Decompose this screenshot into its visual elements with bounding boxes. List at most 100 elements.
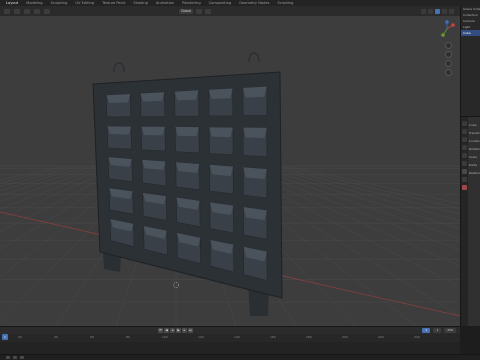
viewport-canvas[interactable] (0, 16, 460, 326)
tab-animation[interactable]: Animation (156, 1, 174, 5)
cell-bevel (243, 167, 267, 180)
output-tab-icon[interactable] (462, 137, 467, 142)
tab-scripting[interactable]: Scripting (277, 1, 293, 5)
mouse-middle-icon (13, 356, 17, 359)
timeline-ruler[interactable]: 1 20 40 60 80 100 120 140 160 180 200 220 240 (0, 334, 460, 342)
properties-tabs (461, 117, 468, 326)
cell-bevel (208, 88, 233, 99)
play-button[interactable]: ▶ (176, 328, 181, 333)
transform-orientation-select[interactable]: Global (179, 8, 194, 14)
ruler-tick: 20 (18, 335, 22, 339)
scene-tab-icon[interactable] (462, 153, 467, 158)
cell-bevel (107, 126, 132, 135)
world-tab-icon[interactable] (462, 161, 467, 166)
camera-view-icon[interactable] (445, 60, 452, 67)
ruler-tick: 160 (270, 335, 276, 339)
view-menu-icon[interactable] (14, 8, 20, 14)
rendered-shading-icon[interactable] (449, 8, 454, 14)
mouse-right-icon (20, 356, 24, 359)
step-forward-button[interactable]: ▸ (182, 328, 187, 333)
3d-viewport[interactable] (0, 16, 460, 326)
jump-end-button[interactable]: ⏭ (188, 328, 193, 333)
end-frame-field[interactable]: 250 (444, 328, 456, 333)
property-label: Rotation (469, 147, 480, 151)
pan-icon[interactable] (445, 51, 452, 58)
perspective-toggle-icon[interactable] (445, 69, 452, 76)
material-preview-icon[interactable] (442, 8, 447, 14)
timeline-header: ⏮ ◀ ◂ ▶ ▸ ⏭ 1 1 250 (0, 326, 460, 334)
tab-layout[interactable]: Layout (6, 1, 18, 5)
cell-bevel (242, 86, 267, 98)
mouse-left-icon (6, 356, 10, 359)
jump-start-button[interactable]: ⏮ (158, 328, 163, 333)
cell-bevel (174, 90, 199, 101)
tab-uv-editing[interactable]: UV Editing (75, 1, 94, 5)
current-frame-field[interactable]: 1 (422, 328, 431, 333)
render-tab-icon[interactable] (462, 129, 467, 134)
snap-icon[interactable] (205, 8, 212, 14)
outliner-item[interactable]: Cube (461, 30, 480, 36)
playhead[interactable]: 1 (2, 334, 8, 340)
add-menu-icon[interactable] (34, 8, 40, 14)
solid-shading-icon[interactable] (435, 8, 440, 14)
cell-bevel (106, 94, 131, 103)
ruler-tick: 200 (342, 335, 348, 339)
wireframe-shading-icon[interactable] (428, 8, 433, 14)
ruler-tick: 240 (414, 335, 420, 339)
playback-controls: ⏮ ◀ ◂ ▶ ▸ ⏭ (158, 328, 193, 333)
cell-bevel (209, 164, 234, 177)
ruler-tick: 40 (54, 335, 58, 339)
tab-modeling[interactable]: Modeling (26, 1, 42, 5)
tab-shading[interactable]: Shading (133, 1, 148, 5)
ruler-tick: 120 (198, 335, 204, 339)
tab-compositing[interactable]: Compositing (209, 1, 232, 5)
section-header[interactable]: Delta (469, 161, 480, 169)
hanging-hook (248, 52, 260, 63)
step-back-button[interactable]: ◂ (170, 328, 175, 333)
outliner-panel: Scene Collection Collection Camera Light… (460, 6, 480, 116)
ruler-tick: 60 (90, 335, 94, 339)
timeline-body[interactable] (0, 342, 460, 354)
ruler-tick: 140 (234, 335, 240, 339)
properties-content: Cube Transform Location Rotation Scale D… (469, 121, 480, 177)
cell-bevel (243, 127, 267, 139)
play-reverse-button[interactable]: ◀ (164, 328, 169, 333)
tab-sculpting[interactable]: Sculpting (51, 1, 68, 5)
shading-controls (421, 8, 460, 14)
overlays-icon[interactable] (421, 8, 426, 14)
object-name-field[interactable]: Cube (469, 121, 480, 129)
tab-texture-paint[interactable]: Texture Paint (102, 1, 125, 5)
ruler-tick: 220 (378, 335, 384, 339)
object-mode-icon[interactable] (4, 8, 10, 14)
tool-tab-icon[interactable] (462, 121, 467, 126)
tab-geometry-nodes[interactable]: Geometry Nodes (239, 1, 269, 5)
select-menu-icon[interactable] (24, 8, 30, 14)
object-menu-icon[interactable] (44, 8, 50, 14)
object-tab-icon[interactable] (462, 169, 467, 174)
viewport-header: Global (0, 6, 460, 16)
axis-gizmo-icon (441, 20, 455, 37)
transform-controls: Global (179, 8, 212, 14)
section-header[interactable]: Transform (469, 129, 480, 137)
tab-rendering[interactable]: Rendering (182, 1, 200, 5)
property-label: Scale (469, 155, 478, 159)
ruler-tick: 100 (162, 335, 168, 339)
frame-range: 1 1 250 (422, 328, 456, 333)
modifier-tab-icon[interactable] (462, 177, 467, 182)
zoom-icon[interactable] (445, 42, 452, 49)
cell-bevel (141, 126, 165, 136)
pivot-point-icon[interactable] (196, 8, 203, 14)
cell-bevel (175, 126, 199, 137)
cell-bevel (209, 127, 233, 138)
view-layer-tab-icon[interactable] (462, 145, 467, 150)
section-header[interactable]: Relations (469, 169, 480, 177)
cell-bevel (140, 92, 165, 102)
ruler-tick: 80 (126, 335, 130, 339)
start-frame-field[interactable]: 1 (433, 328, 442, 333)
property-label: Location (469, 139, 480, 143)
navigation-gizmo[interactable] (438, 20, 456, 38)
properties-panel: Cube Transform Location Rotation Scale D… (460, 116, 480, 326)
status-bar (0, 354, 480, 360)
material-tab-icon[interactable] (462, 185, 467, 190)
ruler-tick: 180 (306, 335, 312, 339)
